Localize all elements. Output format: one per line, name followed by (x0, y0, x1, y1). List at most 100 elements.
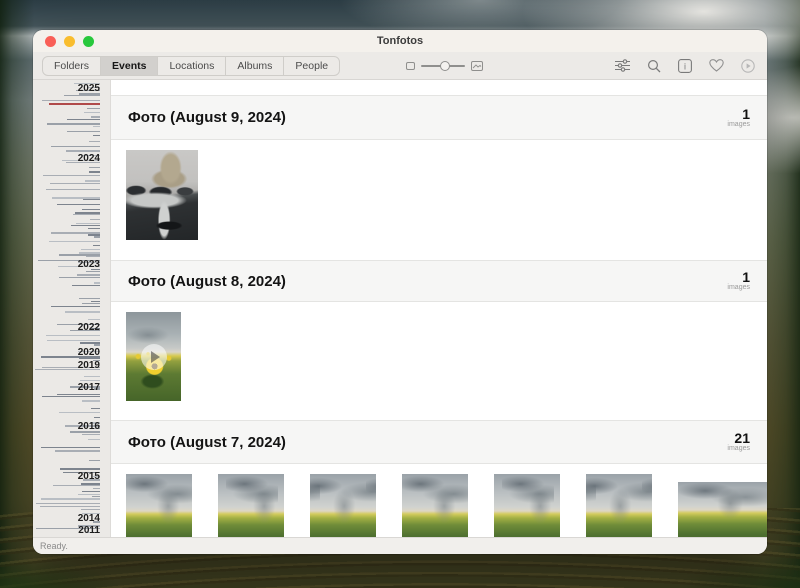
timeline-year-2024[interactable]: 2024 (78, 154, 100, 164)
timeline-year-2015[interactable]: 2015 (78, 472, 100, 482)
thumbnail-zoom-slider (406, 52, 483, 79)
timeline-histogram-bar (51, 146, 100, 147)
tab-people[interactable]: People (284, 57, 339, 75)
tab-locations[interactable]: Locations (158, 57, 226, 75)
sunflower-field-photo-thumbnail[interactable] (126, 474, 192, 537)
timeline-histogram-bar (47, 123, 100, 125)
timeline-year-2022[interactable]: 2022 (78, 323, 100, 333)
thumbnail-large-icon (471, 61, 483, 71)
timeline-histogram-bar (93, 488, 100, 489)
timeline-histogram-bar (81, 249, 100, 250)
timeline-histogram-bar (46, 335, 100, 336)
timeline-year-2023[interactable]: 2023 (78, 260, 100, 270)
event-gallery (111, 302, 767, 420)
timeline-histogram-bar (87, 108, 100, 109)
view-tabs: FoldersEventsLocationsAlbumsPeople (42, 56, 340, 76)
timeline-histogram-bar (91, 408, 100, 409)
zoom-slider-knob[interactable] (440, 61, 450, 71)
sunflower-field-photo-thumbnail[interactable] (310, 474, 376, 537)
event-image-count: 1images (727, 107, 750, 129)
city-street-photo-thumbnail[interactable] (126, 150, 198, 240)
timeline-histogram-bar (64, 95, 100, 96)
content-top-spacer (111, 80, 767, 95)
timeline-histogram-bar (66, 150, 100, 152)
timeline-histogram-bar (94, 417, 100, 418)
event-title: Фото (August 9, 2024) (128, 109, 286, 126)
zoom-slider-track[interactable] (421, 65, 465, 67)
sunflower-field-photo-thumbnail[interactable] (586, 474, 652, 537)
event-count-number: 1 (727, 107, 750, 121)
timeline-histogram-bar (42, 396, 100, 397)
event-count-unit: images (727, 284, 750, 292)
timeline-sidebar[interactable]: 2025 2024 2023 2022 2020 2019 2017 2016 2015 2014… (33, 80, 111, 537)
tab-events[interactable]: Events (101, 57, 158, 75)
timeline-histogram-bar (93, 245, 100, 246)
event-count-unit: images (727, 121, 750, 129)
timeline-year-2025[interactable]: 2025 (78, 84, 100, 94)
timeline-histogram-bar (60, 468, 100, 470)
timeline-histogram-bar (82, 400, 100, 402)
thumbnail-small-icon (406, 62, 415, 70)
status-bar: Ready. (33, 537, 767, 554)
timeline-histogram-bar (81, 509, 100, 510)
timeline-histogram-bar (79, 358, 100, 359)
timeline-histogram-bar (67, 119, 100, 120)
event-count-unit: images (727, 445, 750, 453)
window-title: Tonfotos (33, 35, 767, 47)
timeline-histogram-bar (76, 223, 100, 224)
timeline-histogram-bar (77, 274, 100, 276)
timeline-histogram-bar (94, 344, 100, 346)
timeline-histogram-bar (83, 199, 100, 200)
svg-text:i: i (684, 61, 686, 71)
timeline-year-2020[interactable]: 2020 (78, 348, 100, 358)
sunflower-field-photo-thumbnail[interactable] (402, 474, 468, 537)
sunflower-field-photo-thumbnail[interactable] (494, 474, 560, 537)
timeline-histogram-bar (94, 282, 100, 284)
timeline-histogram-bar (40, 506, 100, 507)
timeline-histogram-bar (82, 491, 100, 492)
events-content: Фото (August 9, 2024)1imagesФото (August… (111, 80, 767, 537)
timeline-histogram-bar (91, 301, 100, 302)
timeline-histogram-bar (79, 298, 100, 299)
slideshow-play-icon[interactable] (741, 59, 755, 73)
timeline-histogram-bar (89, 171, 100, 173)
info-icon[interactable]: i (678, 59, 692, 73)
event-title: Фото (August 7, 2024) (128, 434, 286, 451)
event-header[interactable]: Фото (August 9, 2024) 1images (111, 95, 767, 140)
timeline-histogram-bar (90, 219, 100, 220)
timeline-histogram-bar (82, 303, 100, 304)
event-title: Фото (August 8, 2024) (128, 273, 286, 290)
sunflower-field-photo-thumbnail[interactable] (218, 474, 284, 537)
timeline-histogram-bar (92, 496, 100, 497)
event-count-number: 21 (727, 431, 750, 445)
timeline-year-2019[interactable]: 2019 (78, 361, 100, 371)
event-gallery (111, 464, 767, 537)
favorites-heart-icon[interactable] (709, 59, 724, 72)
sunflower-field-video-thumbnail[interactable] (126, 312, 181, 401)
timeline-histogram-bar (57, 204, 100, 205)
search-icon[interactable] (647, 59, 661, 73)
timeline-year-2014[interactable]: 2014 (78, 514, 100, 524)
timeline-histogram-bar (80, 380, 100, 381)
timeline-histogram-bar (82, 209, 100, 210)
timeline-histogram-bar (59, 412, 100, 413)
timeline-year-2011[interactable]: 2011 (78, 526, 100, 536)
tab-folders[interactable]: Folders (43, 57, 101, 75)
timeline-histogram-bar (91, 116, 100, 118)
timeline-histogram-bar (51, 306, 100, 307)
timeline-histogram-bar (94, 236, 100, 238)
event-header[interactable]: Фото (August 7, 2024) 21images (111, 420, 767, 464)
timeline-year-2016[interactable]: 2016 (78, 422, 100, 432)
timeline-histogram-bar (72, 285, 100, 286)
titlebar[interactable]: Tonfotos (33, 30, 767, 52)
sunflower-field-photo-wide-thumbnail[interactable] (678, 482, 767, 537)
timeline-year-2017[interactable]: 2017 (78, 383, 100, 393)
tab-albums[interactable]: Albums (226, 57, 284, 75)
event-header[interactable]: Фото (August 8, 2024)1images (111, 260, 767, 302)
window-body: 2025 2024 2023 2022 2020 2019 2017 2016 2015 2014… (33, 80, 767, 537)
status-text: Ready. (40, 541, 68, 551)
video-play-badge-icon (141, 344, 167, 370)
adjust-filters-icon[interactable] (615, 59, 630, 72)
timeline-histogram-bar (67, 131, 100, 132)
timeline-histogram-bar (41, 447, 100, 448)
